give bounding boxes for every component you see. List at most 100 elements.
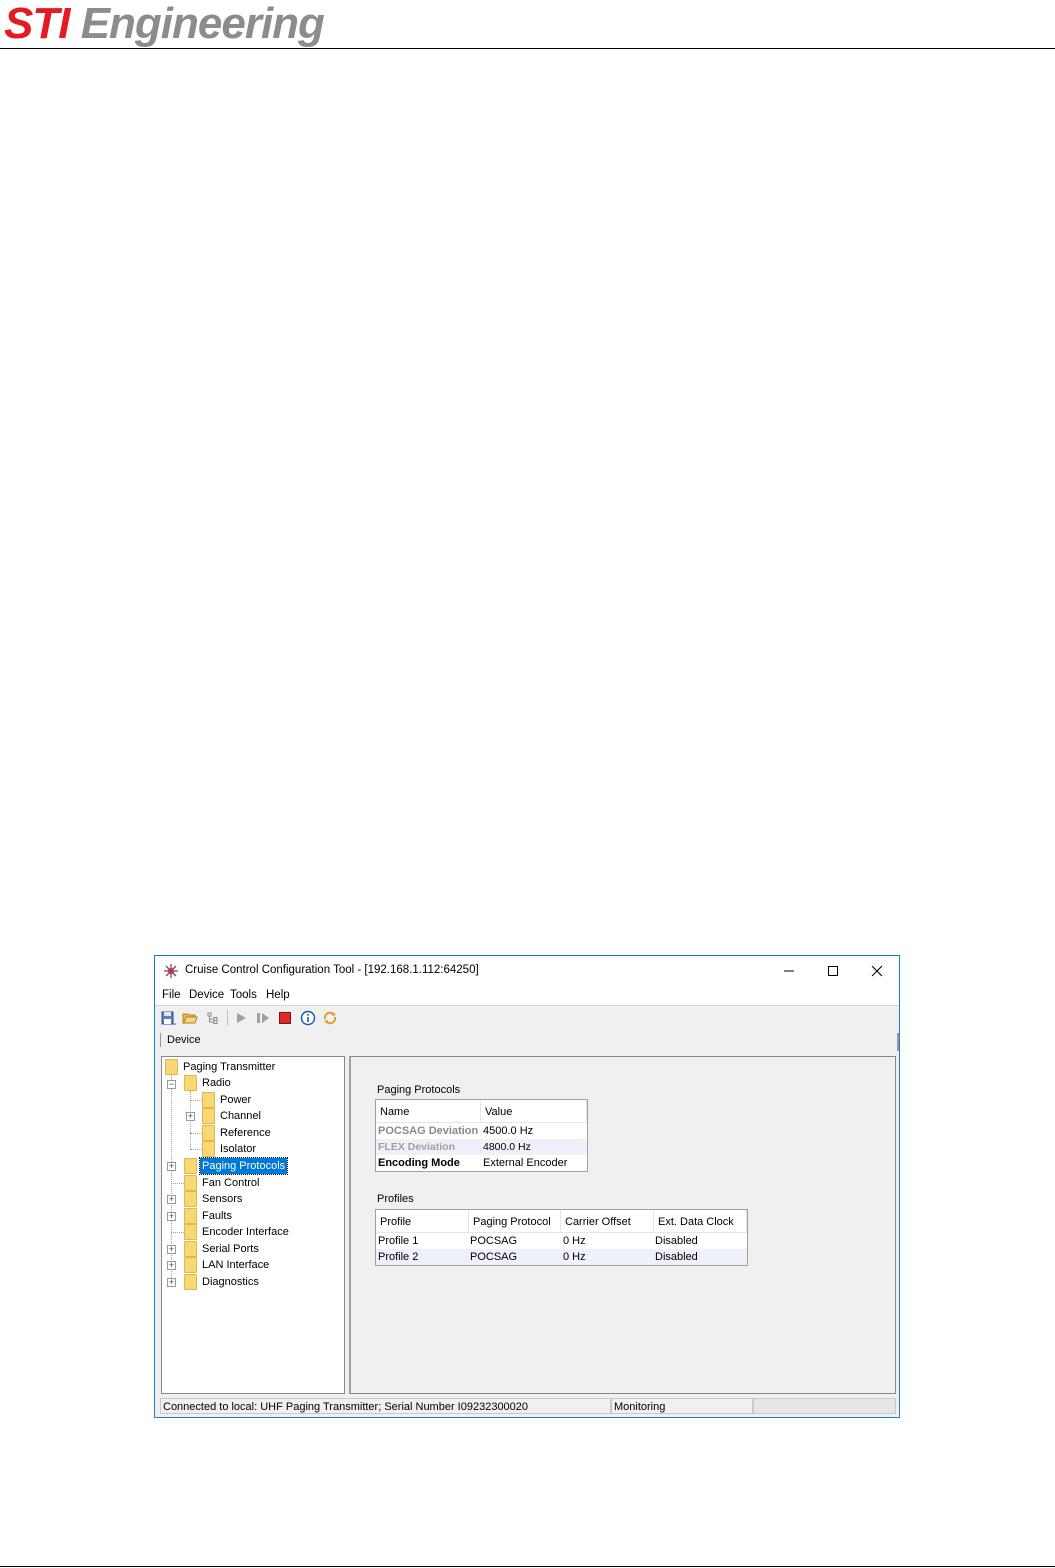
tree-label: Power (220, 1094, 252, 1106)
folder-icon (202, 1092, 215, 1108)
tree-guide (190, 1149, 202, 1150)
logo-engineering: Engineering (80, 0, 325, 48)
column-header-profile[interactable]: Profile (376, 1210, 469, 1232)
tree-label: Sensors (202, 1193, 243, 1205)
cell-paging-protocol: POCSAG (470, 1251, 518, 1263)
cell-paging-protocol: POCSAG (470, 1235, 518, 1247)
menu-help[interactable]: Help (266, 989, 290, 1001)
table-row[interactable]: POCSAG Deviation 4500.0 Hz (376, 1123, 587, 1139)
play-icon[interactable] (233, 1010, 249, 1026)
tree-icon[interactable] (205, 1010, 221, 1026)
folder-icon (202, 1125, 215, 1141)
step-icon[interactable] (255, 1010, 271, 1026)
minimize-icon (784, 970, 794, 972)
expand-icon[interactable]: + (186, 1112, 195, 1121)
device-tab[interactable]: Device (160, 1033, 201, 1047)
status-bar: Connected to local: UHF Paging Transmitt… (155, 1395, 899, 1417)
tree-label: Diagnostics (202, 1276, 259, 1288)
device-bar: Device (155, 1029, 899, 1051)
sti-engineering-logo: STI Engineering (4, 0, 325, 48)
tree-guide (190, 1133, 202, 1134)
expand-icon[interactable]: + (167, 1162, 176, 1171)
column-header-paging-protocol[interactable]: Paging Protocol (469, 1210, 561, 1232)
cell-profile: Profile 2 (378, 1251, 419, 1263)
folder-icon (202, 1108, 215, 1124)
column-header-name[interactable]: Name (376, 1100, 481, 1122)
tree-label: Isolator (220, 1143, 257, 1155)
folder-icon (184, 1241, 197, 1257)
tree-label: Paging Transmitter (183, 1061, 276, 1073)
row-name: POCSAG Deviation (378, 1125, 479, 1137)
expand-icon[interactable]: + (167, 1261, 176, 1270)
toolbar-separator (227, 1010, 228, 1026)
folder-icon (165, 1059, 178, 1075)
folder-icon (184, 1191, 197, 1207)
menu-file[interactable]: File (162, 989, 181, 1001)
tree-label: Encoder Interface (202, 1226, 289, 1238)
column-header-value[interactable]: Value (481, 1100, 587, 1122)
app-icon (164, 964, 178, 978)
cell-ext-data-clock: Disabled (655, 1251, 698, 1263)
maximize-icon (828, 966, 838, 977)
menu-tools[interactable]: Tools (230, 989, 257, 1001)
info-icon[interactable] (300, 1010, 316, 1026)
tree-label: Reference (220, 1127, 271, 1139)
table-row[interactable]: Encoding Mode External Encoder (376, 1155, 587, 1171)
cell-profile: Profile 1 (378, 1235, 419, 1247)
grid-header: Name Value (376, 1100, 587, 1123)
expand-icon[interactable]: + (167, 1212, 176, 1221)
table-row[interactable]: Profile 2 POCSAG 0 Hz Disabled (376, 1249, 747, 1265)
row-name: Encoding Mode (378, 1157, 460, 1169)
detail-pane: Paging Protocols Name Value POCSAG Devia… (349, 1056, 896, 1394)
row-value: 4500.0 Hz (483, 1125, 534, 1137)
folder-icon (184, 1175, 197, 1191)
close-icon (871, 965, 883, 977)
save-icon[interactable] (160, 1010, 176, 1026)
column-header-carrier-offset[interactable]: Carrier Offset (561, 1210, 654, 1232)
device-bar-edge (897, 1033, 899, 1051)
sync-icon[interactable] (322, 1010, 338, 1026)
status-connection: Connected to local: UHF Paging Transmitt… (160, 1398, 611, 1414)
footer-rule (0, 1566, 1055, 1567)
expand-icon[interactable]: + (167, 1245, 176, 1254)
cell-carrier-offset: 0 Hz (563, 1235, 586, 1247)
tree-label-selected: Paging Protocols (198, 1157, 289, 1175)
menu-device[interactable]: Device (189, 989, 224, 1001)
close-button[interactable] (855, 956, 899, 985)
table-row[interactable]: FLEX Deviation 4800.0 Hz (376, 1139, 587, 1155)
stop-icon[interactable] (277, 1010, 293, 1026)
paging-protocols-title: Paging Protocols (377, 1084, 461, 1096)
tree-label: Fan Control (202, 1177, 260, 1189)
tree-label: Channel (220, 1110, 261, 1122)
row-value: External Encoder (483, 1157, 568, 1169)
cell-ext-data-clock: Disabled (655, 1235, 698, 1247)
profiles-title: Profiles (377, 1193, 414, 1205)
tree-label: LAN Interface (202, 1259, 270, 1271)
table-row[interactable]: Profile 1 POCSAG 0 Hz Disabled (376, 1233, 747, 1249)
status-mode: Monitoring (611, 1398, 753, 1414)
title-bar: Cruise Control Configuration Tool - [192… (155, 956, 899, 985)
tree-label: Serial Ports (202, 1243, 259, 1255)
menu-bar: File Device Tools Help (155, 985, 899, 1005)
profiles-grid: Profile Paging Protocol Carrier Offset E… (375, 1209, 748, 1266)
logo-sti: STI (4, 0, 70, 48)
column-header-ext-data-clock[interactable]: Ext. Data Clock (654, 1210, 747, 1232)
app-window: Cruise Control Configuration Tool - [192… (154, 955, 900, 1418)
maximize-button[interactable] (811, 956, 855, 985)
row-name: FLEX Deviation (378, 1141, 456, 1153)
open-folder-icon[interactable] (182, 1010, 198, 1026)
folder-icon (184, 1274, 197, 1290)
header-rule (0, 48, 1055, 49)
minimize-button[interactable] (767, 956, 811, 985)
folder-icon (202, 1141, 215, 1157)
status-progress (753, 1398, 896, 1414)
expand-icon[interactable]: + (167, 1278, 176, 1287)
folder-icon (184, 1224, 197, 1240)
device-tree: Paging Transmitter − Radio Power + Chann… (161, 1056, 345, 1394)
window-title: Cruise Control Configuration Tool - [192… (185, 964, 479, 976)
tree-label: Radio (202, 1077, 231, 1089)
collapse-icon[interactable]: − (167, 1080, 176, 1089)
tree-label: Faults (202, 1210, 232, 1222)
folder-icon (184, 1257, 197, 1273)
expand-icon[interactable]: + (167, 1195, 176, 1204)
